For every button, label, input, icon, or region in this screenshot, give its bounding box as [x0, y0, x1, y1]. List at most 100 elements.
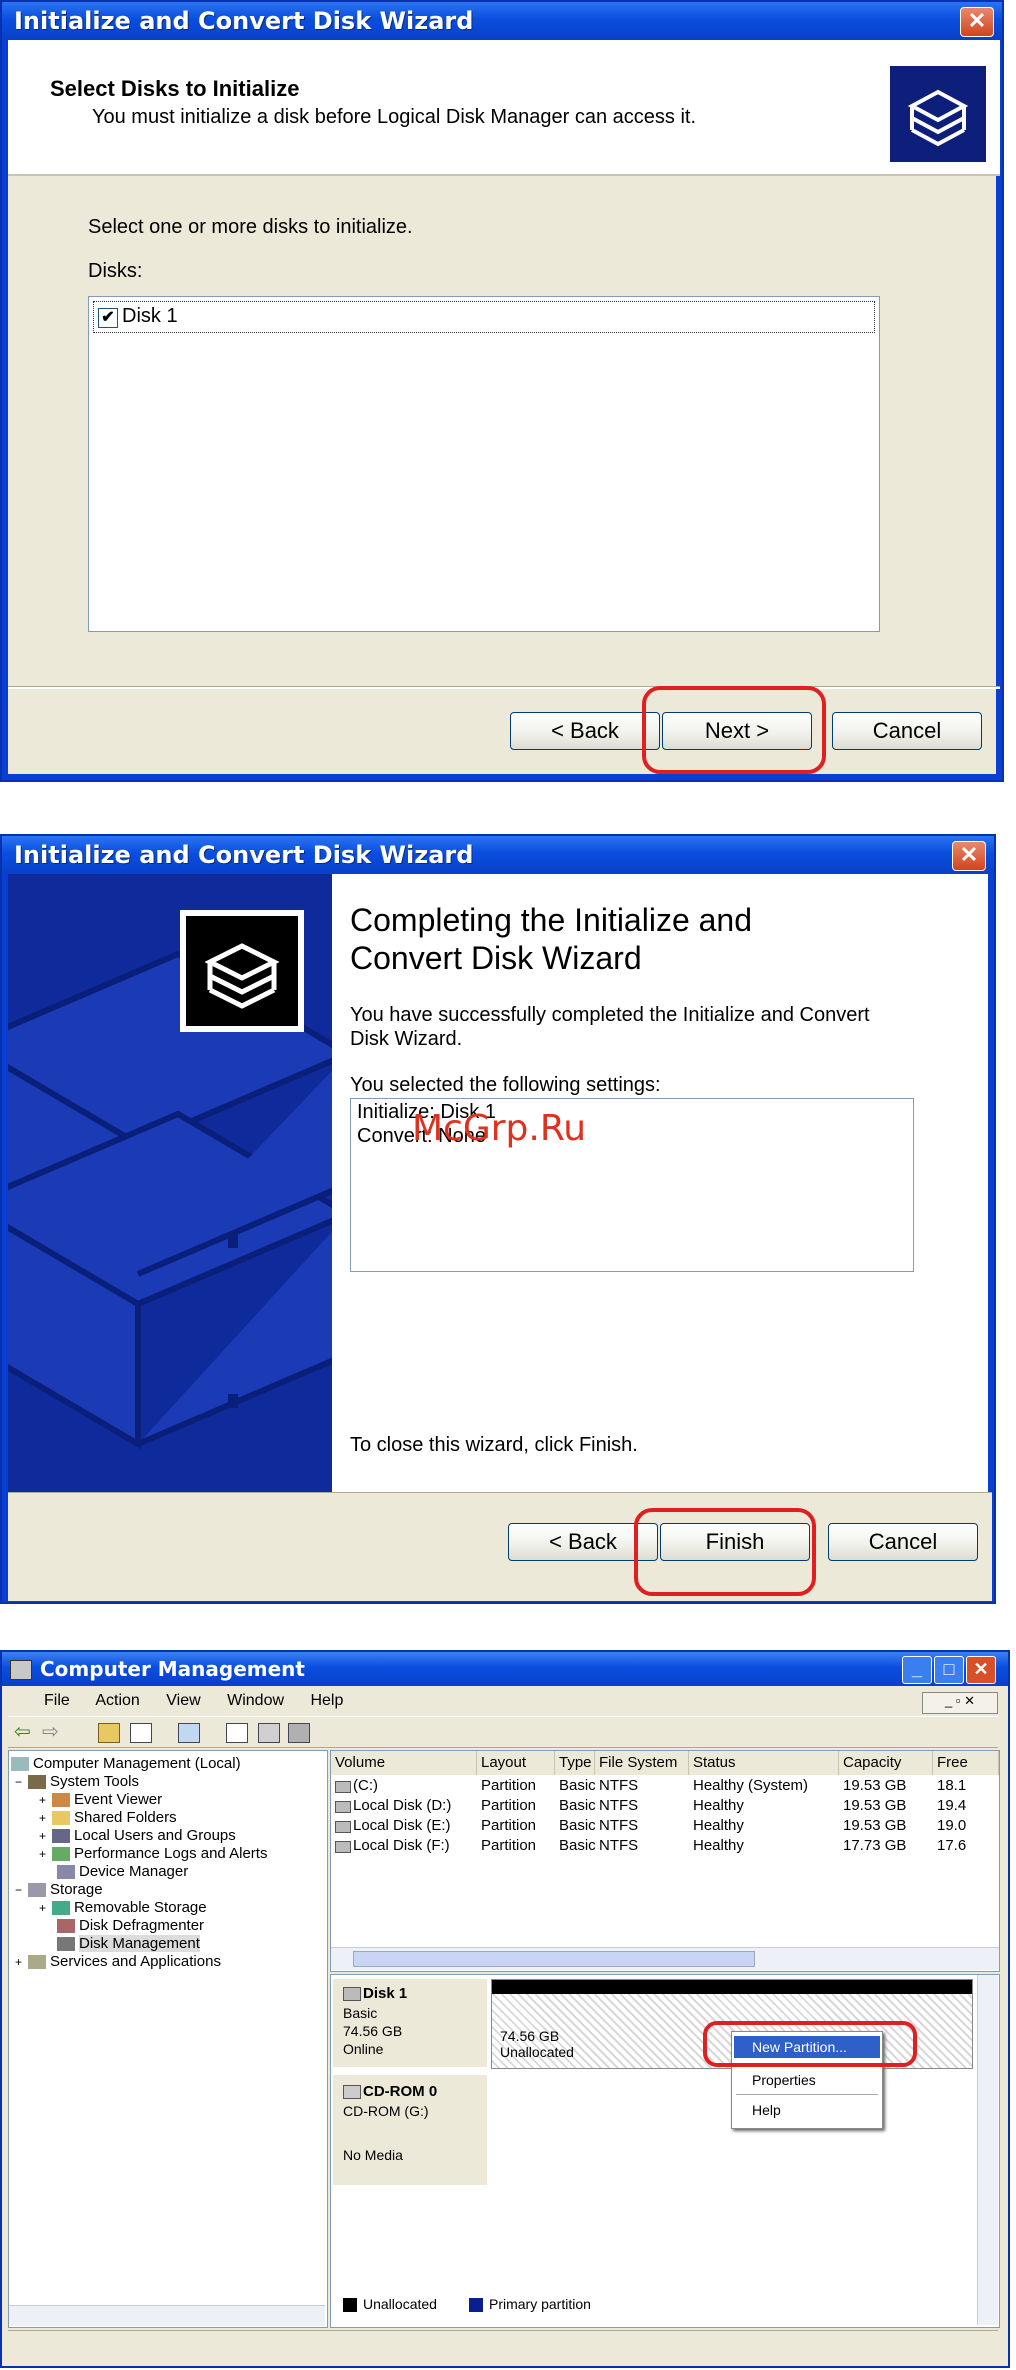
- wizard-window-completing: Initialize and Convert Disk Wizard ✕ Com…: [0, 834, 996, 1604]
- forward-arrow-icon[interactable]: ⇨: [42, 1719, 59, 1744]
- show-tree-icon[interactable]: [130, 1723, 152, 1743]
- capacity-cell: 19.53 GB: [843, 1777, 907, 1794]
- column-header-type[interactable]: Type: [555, 1751, 595, 1775]
- close-button[interactable]: ✕: [952, 841, 986, 871]
- disks-label: Disks:: [88, 260, 143, 282]
- highlight-circle: [634, 1508, 816, 1596]
- status-cell: Healthy: [693, 1837, 744, 1854]
- column-header-layout[interactable]: Layout: [477, 1751, 555, 1775]
- menu-item-properties[interactable]: Properties: [752, 2072, 816, 2088]
- free-cell: 17.6: [937, 1837, 967, 1854]
- horizontal-scrollbar[interactable]: [9, 2305, 325, 2326]
- column-header-volume[interactable]: Volume: [331, 1751, 477, 1775]
- services-icon: [28, 1955, 47, 1970]
- disk-label: Disk 1: [122, 305, 178, 327]
- volume-cell: (C:): [353, 1777, 378, 1794]
- menu-view[interactable]: View: [166, 1692, 200, 1709]
- horizontal-scrollbar[interactable]: [331, 1947, 999, 1970]
- table-row[interactable]: Local Disk (F:) Partition Basic NTFS Hea…: [331, 1837, 999, 1857]
- type-cell: Basic: [559, 1817, 596, 1834]
- disk-graphical-view: Disk 1 Basic 74.56 GB Online 74.56 GB Un…: [330, 1974, 1000, 2328]
- drive-icon: [335, 1801, 351, 1813]
- toolbar: ⇦ ⇨: [8, 1716, 998, 1748]
- wizard-window-select-disks: Initialize and Convert Disk Wizard ✕ Sel…: [0, 0, 1004, 782]
- legend-label-primary: Primary partition: [489, 2296, 591, 2312]
- menu-file[interactable]: File: [44, 1692, 70, 1709]
- page-heading: Completing the Initialize and: [350, 902, 753, 938]
- window-title: Initialize and Convert Disk Wizard: [2, 2, 1002, 40]
- help-icon[interactable]: [178, 1723, 200, 1743]
- menu-help[interactable]: Help: [310, 1692, 343, 1709]
- legend-swatch-unallocated: [343, 2298, 357, 2312]
- tree-item-device-manager[interactable]: Device Manager: [57, 1863, 188, 1880]
- tree-item-storage[interactable]: − Storage: [15, 1881, 103, 1898]
- region-size: 74.56 GB: [500, 2028, 560, 2044]
- menu-action[interactable]: Action: [95, 1692, 139, 1709]
- menu-item-help[interactable]: Help: [752, 2102, 781, 2118]
- layout-cell: Partition: [481, 1797, 537, 1814]
- disk-stack-icon: [888, 64, 988, 164]
- instruction-text: Select one or more disks to initialize.: [88, 216, 413, 238]
- layout-cell: Partition: [481, 1817, 537, 1834]
- column-header-status[interactable]: Status: [689, 1751, 839, 1775]
- disk-state: Online: [343, 2041, 384, 2057]
- back-arrow-icon[interactable]: ⇦: [14, 1719, 31, 1744]
- cancel-button[interactable]: Cancel: [828, 1523, 978, 1561]
- export-icon[interactable]: [258, 1723, 280, 1743]
- tree-item-event-viewer[interactable]: + Event Viewer: [39, 1791, 162, 1808]
- wizard-body: Select Disks to Initialize You must init…: [8, 40, 1000, 774]
- disks-list[interactable]: ✔ Disk 1: [88, 296, 880, 632]
- disk-1-info[interactable]: Disk 1 Basic 74.56 GB Online: [333, 1979, 487, 2067]
- back-button[interactable]: < Back: [510, 712, 660, 750]
- wizard-body: Completing the Initialize and Convert Di…: [8, 874, 992, 1601]
- column-header-free[interactable]: Free: [933, 1751, 999, 1775]
- free-cell: 19.0: [937, 1817, 967, 1834]
- drive-icon: [335, 1841, 351, 1853]
- table-row[interactable]: Local Disk (E:) Partition Basic NTFS Hea…: [331, 1817, 999, 1837]
- maximize-button[interactable]: □: [934, 1656, 964, 1684]
- close-button[interactable]: ✕: [966, 1656, 996, 1684]
- type-cell: Basic: [559, 1837, 596, 1854]
- type-cell: Basic: [559, 1777, 596, 1794]
- cdrom-info[interactable]: CD-ROM 0 CD-ROM (G:) No Media: [333, 2075, 487, 2185]
- vertical-scrollbar[interactable]: [977, 1975, 998, 2325]
- disk-icon: [343, 1987, 361, 2001]
- scrollbar-thumb[interactable]: [353, 1951, 755, 1967]
- console-tree: Computer Management (Local) − System Tool…: [8, 1750, 328, 2328]
- page-subheading: You must initialize a disk before Logica…: [92, 106, 697, 128]
- tree-item-local-users[interactable]: + Local Users and Groups: [39, 1827, 236, 1844]
- menu-window[interactable]: Window: [227, 1692, 284, 1709]
- cdrom-device: CD-ROM (G:): [343, 2103, 429, 2119]
- fs-cell: NTFS: [599, 1837, 639, 1854]
- highlight-circle: [642, 686, 826, 774]
- properties-icon[interactable]: [226, 1723, 248, 1743]
- watermark-text: McGrp.Ru: [412, 1108, 587, 1149]
- mdi-controls[interactable]: _ ▫ ✕: [922, 1692, 998, 1714]
- table-row[interactable]: (C:) Partition Basic NTFS Healthy (Syste…: [331, 1777, 999, 1797]
- console-icon[interactable]: [288, 1723, 310, 1743]
- disk-size: 74.56 GB: [343, 2023, 403, 2039]
- column-header-file-system[interactable]: File System: [595, 1751, 689, 1775]
- tree-item-disk-management[interactable]: Disk Management: [57, 1935, 200, 1952]
- column-header-capacity[interactable]: Capacity: [839, 1751, 933, 1775]
- list-item[interactable]: ✔ Disk 1: [93, 301, 875, 333]
- tree-item-removable-storage[interactable]: + Removable Storage: [39, 1899, 207, 1916]
- table-row[interactable]: Local Disk (D:) Partition Basic NTFS Hea…: [331, 1797, 999, 1817]
- close-button[interactable]: ✕: [960, 7, 994, 37]
- tree-item-performance-logs[interactable]: + Performance Logs and Alerts: [39, 1845, 267, 1862]
- cancel-button[interactable]: Cancel: [832, 712, 982, 750]
- cdrom-media: No Media: [343, 2147, 403, 2163]
- tree-item-system-tools[interactable]: − System Tools: [15, 1773, 139, 1790]
- tree-item-disk-defragmenter[interactable]: Disk Defragmenter: [57, 1917, 204, 1934]
- disk-checkbox[interactable]: ✔: [98, 308, 118, 328]
- disk-kind: Basic: [343, 2005, 378, 2021]
- tree-item-computer-management[interactable]: Computer Management (Local): [11, 1755, 241, 1772]
- up-folder-icon[interactable]: [98, 1723, 120, 1743]
- wizard-side-banner: [8, 874, 332, 1492]
- tree-item-services[interactable]: + Services and Applications: [15, 1953, 221, 1970]
- tree-item-shared-folders[interactable]: + Shared Folders: [39, 1809, 177, 1826]
- drive-icon: [335, 1781, 351, 1793]
- removable-storage-icon: [52, 1901, 71, 1916]
- minimize-button[interactable]: _: [902, 1656, 932, 1684]
- window-title: Initialize and Convert Disk Wizard: [2, 836, 994, 874]
